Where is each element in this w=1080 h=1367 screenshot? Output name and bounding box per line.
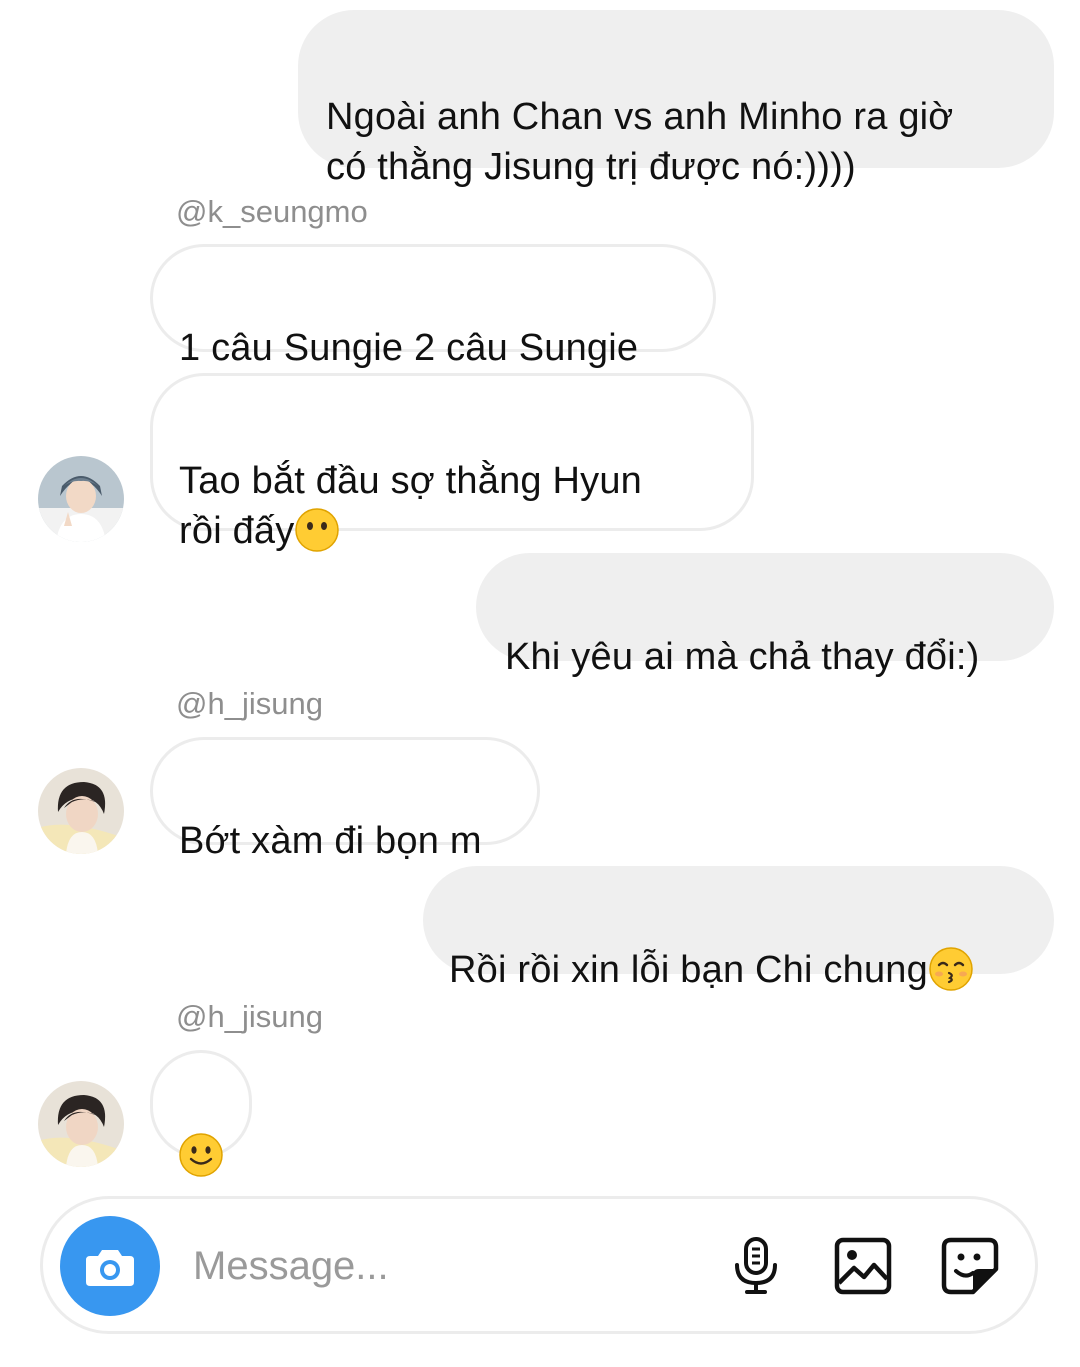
avatar[interactable]	[38, 1081, 124, 1167]
message-input[interactable]	[191, 1229, 695, 1303]
avatar[interactable]	[38, 768, 124, 854]
message-text: Ngoài anh Chan vs anh Minho ra giờ có th…	[326, 96, 954, 188]
gallery-icon	[834, 1237, 892, 1295]
microphone-icon	[735, 1237, 777, 1294]
outgoing-message[interactable]: Khi yêu ai mà chả thay đổi:)	[476, 553, 1054, 678]
message-text: Rồi rồi xin lỗi bạn Chi chung	[449, 949, 928, 991]
message-text: Khi yêu ai mà chả thay đổi:)	[505, 636, 980, 678]
sender-username: @h_jisung	[176, 686, 323, 721]
message-text: Bớt xàm đi bọn m	[179, 820, 482, 862]
slightly-smiling-face-emoji	[179, 1133, 223, 1177]
kissing-face-emoji	[929, 947, 973, 991]
sender-username: @h_jisung	[176, 999, 323, 1034]
avatar[interactable]	[38, 456, 124, 542]
gallery-button[interactable]	[832, 1235, 894, 1297]
outgoing-message[interactable]: Rồi rồi xin lỗi bạn Chi chung	[423, 866, 1054, 991]
camera-button[interactable]	[60, 1216, 160, 1316]
incoming-message[interactable]: 1 câu Sungie 2 câu Sungie	[150, 244, 716, 369]
camera-icon	[86, 1250, 134, 1286]
incoming-message[interactable]	[150, 1050, 252, 1177]
incoming-message[interactable]: Bớt xàm đi bọn m	[150, 737, 540, 862]
incoming-message[interactable]: Tao bắt đầu sợ thằng Hyun rồi đấy	[150, 373, 754, 552]
sender-username: @k_seungmo	[176, 194, 368, 229]
message-text: 1 câu Sungie 2 câu Sungie	[179, 327, 639, 369]
microphone-button[interactable]	[725, 1235, 787, 1297]
sticker-button[interactable]	[939, 1235, 1001, 1297]
message-composer	[40, 1196, 1038, 1334]
message-text: Tao bắt đầu sợ thằng Hyun rồi đấy	[179, 460, 643, 552]
sticker-icon	[941, 1237, 999, 1295]
outgoing-message[interactable]: Ngoài anh Chan vs anh Minho ra giờ có th…	[298, 10, 1054, 188]
no-mouth-face-emoji	[295, 508, 340, 552]
